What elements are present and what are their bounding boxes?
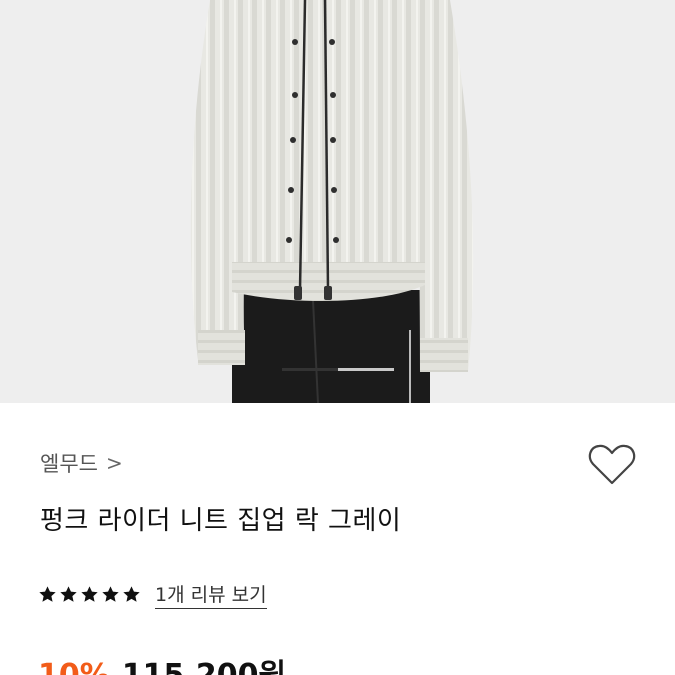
carousel-indicator-active — [282, 368, 338, 371]
chevron-right-icon: > — [105, 451, 123, 475]
product-title: 펑크 라이더 니트 집업 락 그레이 — [40, 506, 402, 536]
sale-price: 115,200원 — [122, 650, 286, 675]
knit-zipup-illustration — [0, 0, 675, 403]
product-image[interactable] — [0, 0, 675, 403]
star-icon — [60, 585, 77, 602]
star-icon — [81, 585, 98, 602]
price-row: 10% 115,200원 — [38, 650, 286, 675]
star-icon — [39, 585, 56, 602]
star-icon — [123, 585, 140, 602]
review-link[interactable]: 1개 리뷰 보기 — [155, 580, 267, 609]
brand-link[interactable]: 엘무드 > — [40, 447, 123, 479]
rating-stars — [38, 585, 141, 604]
discount-rate: 10% — [38, 658, 110, 675]
carousel-indicator[interactable] — [282, 368, 394, 371]
rating-row: 1개 리뷰 보기 — [38, 579, 267, 609]
star-icon — [102, 585, 119, 602]
brand-name: 엘무드 — [40, 452, 98, 476]
like-button[interactable] — [586, 441, 638, 489]
product-detail-page: 엘무드 > 펑크 라이더 니트 집업 락 그레이 1개 리뷰 보기 10% 11… — [0, 0, 675, 675]
heart-icon — [588, 444, 636, 485]
